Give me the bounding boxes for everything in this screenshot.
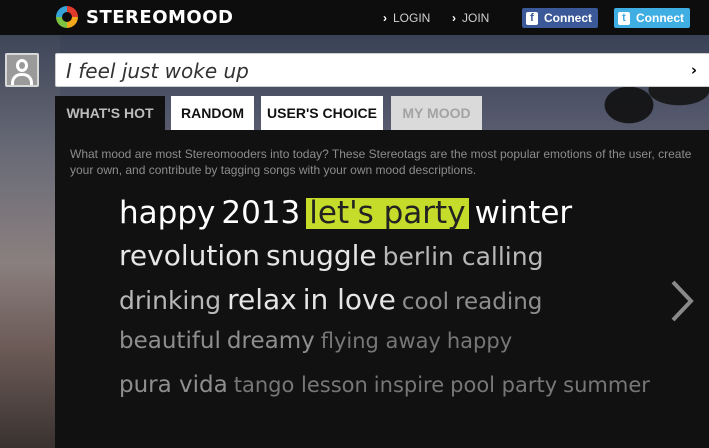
user-avatar-icon[interactable] (5, 53, 39, 87)
mood-tag[interactable]: happy (447, 331, 512, 352)
mood-tag[interactable]: relax (227, 286, 297, 314)
tag-cloud-row: pura vida tango lesson inspire pool party su… (119, 374, 679, 418)
join-label: JOIN (462, 11, 490, 25)
logo[interactable]: STEREOMOOD (56, 6, 233, 28)
mood-tag[interactable]: pura vida (119, 374, 228, 397)
twitter-icon: t (618, 11, 630, 25)
tag-cloud-row: beautiful dreamy flying away happy (119, 330, 679, 374)
top-bar: STEREOMOOD › LOGIN › JOIN f Connect t Conn… (0, 0, 709, 35)
chevron-right-icon: › (452, 11, 456, 25)
mood-tag[interactable]: drinking (119, 288, 221, 313)
submit-arrow-icon[interactable]: › (691, 61, 697, 79)
mood-tag[interactable]: inspire (374, 375, 444, 396)
facebook-connect-button[interactable]: f Connect (522, 8, 598, 28)
background-sky (0, 35, 60, 448)
tag-cloud-row: happy 2013 let's party winter (119, 198, 679, 242)
mood-search-box: › (55, 53, 709, 87)
mood-tag[interactable]: flying away (321, 331, 441, 352)
stereomood-logo-icon (56, 6, 78, 28)
mood-tag[interactable]: snuggle (266, 242, 377, 270)
facebook-icon: f (526, 11, 538, 25)
brand-name: STEREOMOOD (86, 6, 234, 28)
mood-tag[interactable]: berlin calling (383, 244, 544, 269)
twitter-connect-button[interactable]: t Connect (614, 8, 690, 28)
mood-input[interactable] (66, 59, 666, 83)
twitter-connect-label: Connect (636, 11, 684, 25)
chevron-right-icon[interactable] (667, 278, 697, 324)
tab-users-choice[interactable]: USER'S CHOICE (261, 96, 383, 130)
mood-tag[interactable]: winter (475, 198, 573, 229)
mood-tag[interactable]: reading (455, 291, 542, 314)
mood-tag[interactable]: beautiful (119, 330, 221, 353)
mood-tag[interactable]: pool party (450, 375, 557, 396)
mood-tag[interactable]: in love (303, 286, 396, 314)
tag-cloud-row: revolution snuggle berlin calling (119, 242, 679, 286)
panel-description: What mood are most Stereomooders into to… (70, 147, 692, 177)
login-label: LOGIN (393, 11, 431, 25)
mood-tag[interactable]: cool (402, 291, 449, 314)
tab-my-mood[interactable]: MY MOOD (391, 96, 482, 130)
tab-whats-hot[interactable]: WHAT'S HOT (55, 96, 165, 130)
tag-panel: What mood are most Stereomooders into to… (55, 130, 709, 448)
mood-tag[interactable]: happy (119, 198, 215, 229)
mood-tag[interactable]: 2013 (221, 198, 300, 229)
facebook-connect-label: Connect (544, 11, 592, 25)
tab-random[interactable]: RANDOM (171, 96, 254, 130)
tag-cloud-row: drinking relax in love cool reading (119, 286, 679, 330)
login-link[interactable]: › LOGIN (383, 11, 430, 25)
chevron-right-icon: › (383, 11, 387, 25)
tag-cloud: happy 2013 let's party winter revolution snug… (119, 198, 679, 418)
mood-tag[interactable]: summer (563, 375, 650, 396)
mood-tag[interactable]: dreamy (227, 330, 315, 353)
mood-tag[interactable]: revolution (119, 242, 260, 270)
mood-tag[interactable]: tango lesson (234, 375, 368, 396)
mood-tag[interactable]: let's party (306, 198, 469, 229)
join-link[interactable]: › JOIN (452, 11, 489, 25)
